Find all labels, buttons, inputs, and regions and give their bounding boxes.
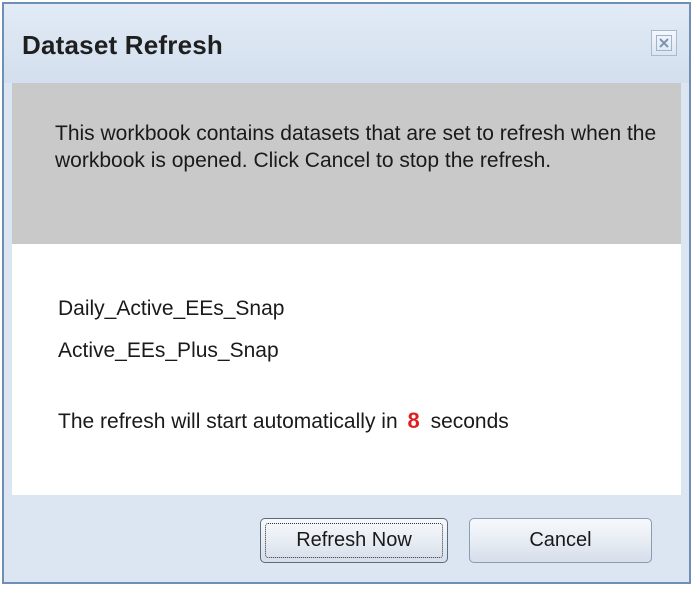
content-area: Daily_Active_EEs_Snap Active_EEs_Plus_Sn… bbox=[12, 244, 681, 495]
focus-ring bbox=[265, 523, 443, 558]
title-bar: Dataset Refresh bbox=[4, 4, 689, 83]
close-icon bbox=[656, 35, 672, 51]
countdown-seconds: 8 bbox=[407, 408, 420, 433]
info-panel: This workbook contains datasets that are… bbox=[12, 83, 681, 244]
countdown-suffix: seconds bbox=[430, 410, 509, 433]
cancel-label: Cancel bbox=[529, 529, 592, 551]
countdown-prefix: The refresh will start automatically in bbox=[58, 410, 398, 433]
dialog-title: Dataset Refresh bbox=[22, 30, 223, 60]
dataset-item: Daily_Active_EEs_Snap bbox=[58, 297, 285, 320]
cancel-button[interactable]: Cancel bbox=[469, 518, 652, 563]
countdown-text: The refresh will start automatically in … bbox=[58, 408, 509, 434]
info-message: This workbook contains datasets that are… bbox=[55, 122, 657, 172]
close-button[interactable] bbox=[651, 30, 677, 56]
dataset-refresh-dialog: Dataset Refresh This workbook contains d… bbox=[2, 2, 691, 584]
button-bar: Refresh Now Cancel bbox=[4, 495, 689, 582]
refresh-now-button[interactable]: Refresh Now bbox=[260, 518, 448, 563]
dataset-item: Active_EEs_Plus_Snap bbox=[58, 339, 279, 362]
